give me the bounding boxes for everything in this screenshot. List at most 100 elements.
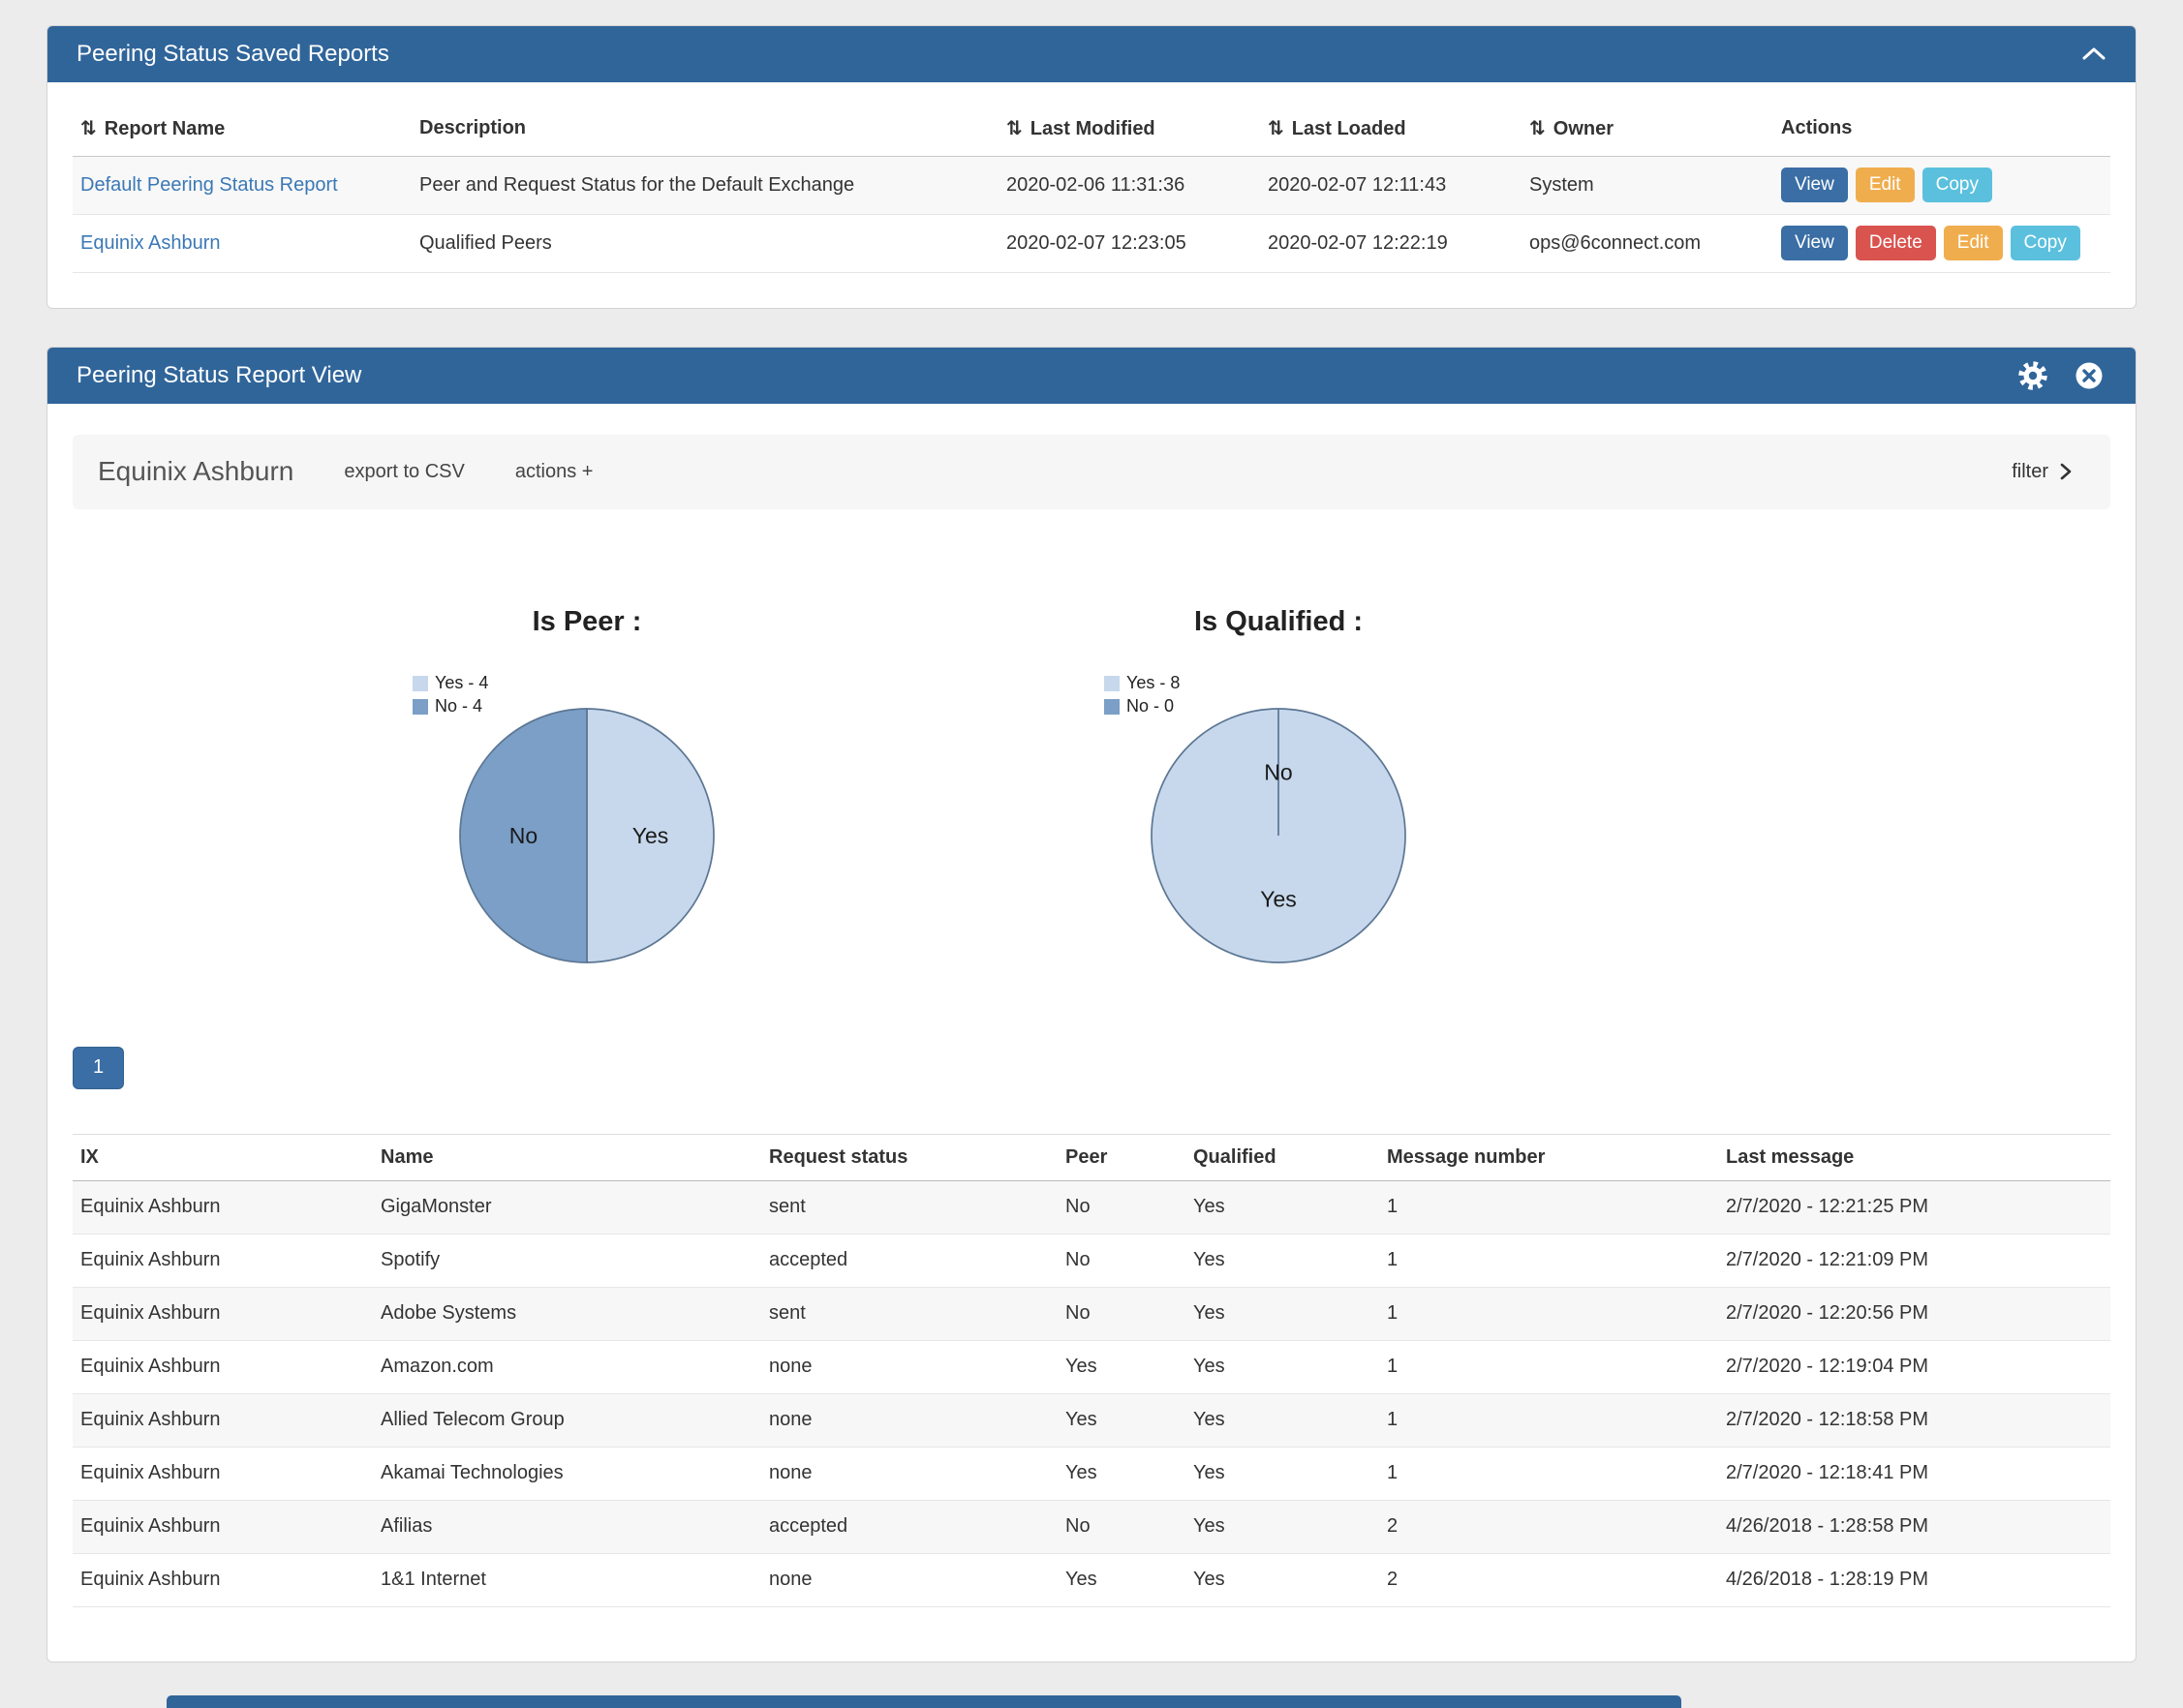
peer-cell-name: 1&1 Internet (373, 1553, 761, 1606)
export-csv-link[interactable]: export to CSV (344, 461, 465, 483)
peer-cell-peer: Yes (1058, 1553, 1185, 1606)
legend-swatch (1104, 699, 1120, 715)
pie-slice-label: Yes (1260, 886, 1297, 911)
saved-reports-header-row: ⇅Report NameDescription⇅Last Modified⇅La… (73, 102, 2110, 156)
column-header-description: Description (412, 102, 999, 156)
peer-cell-peer: Yes (1058, 1340, 1185, 1393)
column-header-actions: Actions (1773, 102, 2110, 156)
column-header-name: Name (373, 1134, 761, 1180)
report-actions: ViewEditCopy (1773, 156, 2110, 214)
delete-report-button[interactable]: Delete (1856, 226, 1936, 261)
collapse-chevron-up-icon[interactable] (2081, 46, 2106, 62)
report-last-loaded: 2020-02-07 12:22:19 (1260, 214, 1522, 272)
saved-reports-panel-header: Peering Status Saved Reports (47, 26, 2136, 82)
peer-cell-message-number: 1 (1379, 1393, 1718, 1447)
settings-gear-icon[interactable] (2015, 358, 2050, 393)
edit-report-button[interactable]: Edit (1856, 168, 1915, 203)
peer-cell-message-number: 1 (1379, 1234, 1718, 1287)
report-last-loaded: 2020-02-07 12:11:43 (1260, 156, 1522, 214)
pie-chart-is-qualified: Is Qualified :Yes - 8No - 0YesNo (978, 509, 1579, 1047)
pie-slice-label: Yes (632, 823, 669, 848)
peer-cell-ix: Equinix Ashburn (73, 1180, 373, 1234)
legend-item: Yes - 8 (1104, 672, 1180, 695)
pie-chart-svg: YesNo (446, 695, 727, 976)
peer-row: Equinix Ashburn1&1 InternetnoneYesYes24/… (73, 1553, 2110, 1606)
peer-cell-ix: Equinix Ashburn (73, 1500, 373, 1553)
peer-cell-request-status: sent (761, 1180, 1058, 1234)
peer-cell-request-status: accepted (761, 1500, 1058, 1553)
peer-cell-name: Allied Telecom Group (373, 1393, 761, 1447)
column-header-ix: IX (73, 1134, 373, 1180)
peer-cell-qualified: Yes (1185, 1340, 1379, 1393)
peer-cell-request-status: none (761, 1340, 1058, 1393)
peer-cell-name: Akamai Technologies (373, 1447, 761, 1500)
peer-cell-message-number: 1 (1379, 1340, 1718, 1393)
report-name-link[interactable]: Equinix Ashburn (80, 232, 221, 254)
column-header-last-modified[interactable]: ⇅Last Modified (999, 102, 1260, 156)
peer-cell-last-message: 2/7/2020 - 12:20:56 PM (1718, 1287, 2110, 1340)
report-view-body: Equinix Ashburn export to CSV actions + … (47, 404, 2136, 1662)
sort-icon[interactable]: ⇅ (1006, 116, 1023, 139)
filter-toggle[interactable]: filter (2012, 461, 2072, 483)
report-name-link[interactable]: Default Peering Status Report (80, 174, 338, 196)
edit-report-button[interactable]: Edit (1944, 226, 2003, 261)
peer-cell-peer: Yes (1058, 1447, 1185, 1500)
peer-cell-message-number: 2 (1379, 1553, 1718, 1606)
peer-cell-message-number: 1 (1379, 1447, 1718, 1500)
page-1-button[interactable]: 1 (73, 1047, 124, 1089)
peer-cell-message-number: 1 (1379, 1180, 1718, 1234)
peer-cell-ix: Equinix Ashburn (73, 1340, 373, 1393)
saved-report-row: Default Peering Status Report Peer and Re… (73, 156, 2110, 214)
legend-item: Yes - 4 (413, 672, 488, 695)
peer-cell-last-message: 4/26/2018 - 1:28:58 PM (1718, 1500, 2110, 1553)
peer-cell-qualified: Yes (1185, 1393, 1379, 1447)
copy-report-button[interactable]: Copy (1922, 168, 1992, 203)
peer-cell-last-message: 2/7/2020 - 12:21:25 PM (1718, 1180, 2110, 1234)
collapsed-footer-bar[interactable] (167, 1695, 1681, 1708)
peer-row: Equinix AshburnGigaMonstersentNoYes12/7/… (73, 1180, 2110, 1234)
close-panel-icon[interactable] (2072, 358, 2106, 393)
peer-row: Equinix AshburnAmazon.comnoneYesYes12/7/… (73, 1340, 2110, 1393)
report-owner: ops@6connect.com (1522, 214, 1773, 272)
pie-charts-area: Is Peer :Yes - 4No - 4YesNoIs Qualified … (73, 509, 2110, 1047)
peer-cell-qualified: Yes (1185, 1500, 1379, 1553)
panel-title: Peering Status Report View (77, 362, 361, 389)
sort-icon[interactable]: ⇅ (80, 116, 97, 139)
copy-report-button[interactable]: Copy (2011, 226, 2080, 261)
filter-label: filter (2012, 461, 2048, 483)
panel-header-icons (2015, 358, 2106, 393)
column-header-last-loaded[interactable]: ⇅Last Loaded (1260, 102, 1522, 156)
column-header-peer: Peer (1058, 1134, 1185, 1180)
peer-cell-ix: Equinix Ashburn (73, 1553, 373, 1606)
chart-title: Is Peer : (287, 606, 887, 638)
report-last-modified: 2020-02-06 11:31:36 (999, 156, 1260, 214)
pie-slice-label: No (1264, 759, 1292, 784)
peer-cell-qualified: Yes (1185, 1447, 1379, 1500)
view-report-button[interactable]: View (1781, 168, 1848, 203)
peer-cell-request-status: none (761, 1393, 1058, 1447)
column-header-qualified: Qualified (1185, 1134, 1379, 1180)
report-view-panel-header: Peering Status Report View (47, 348, 2136, 404)
legend-swatch (413, 699, 428, 715)
report-owner: System (1522, 156, 1773, 214)
peer-row: Equinix AshburnAdobe SystemssentNoYes12/… (73, 1287, 2110, 1340)
peer-cell-peer: Yes (1058, 1393, 1185, 1447)
peer-cell-message-number: 1 (1379, 1287, 1718, 1340)
view-report-button[interactable]: View (1781, 226, 1848, 261)
sort-icon[interactable]: ⇅ (1268, 116, 1284, 139)
peer-cell-ix: Equinix Ashburn (73, 1447, 373, 1500)
actions-menu-link[interactable]: actions + (515, 461, 594, 483)
pie-chart-svg: Yes No (1138, 695, 1419, 976)
peer-cell-qualified: Yes (1185, 1553, 1379, 1606)
report-description: Peer and Request Status for the Default … (412, 156, 999, 214)
chart-title: Is Qualified : (978, 606, 1579, 638)
peer-cell-ix: Equinix Ashburn (73, 1393, 373, 1447)
column-header-report-name[interactable]: ⇅Report Name (73, 102, 412, 156)
column-header-request-status: Request status (761, 1134, 1058, 1180)
peer-cell-request-status: accepted (761, 1234, 1058, 1287)
peer-cell-ix: Equinix Ashburn (73, 1287, 373, 1340)
report-view-panel: Peering Status Report View (46, 347, 2137, 1662)
report-toolbar: Equinix Ashburn export to CSV actions + … (73, 435, 2110, 509)
column-header-owner[interactable]: ⇅Owner (1522, 102, 1773, 156)
sort-icon[interactable]: ⇅ (1529, 116, 1546, 139)
